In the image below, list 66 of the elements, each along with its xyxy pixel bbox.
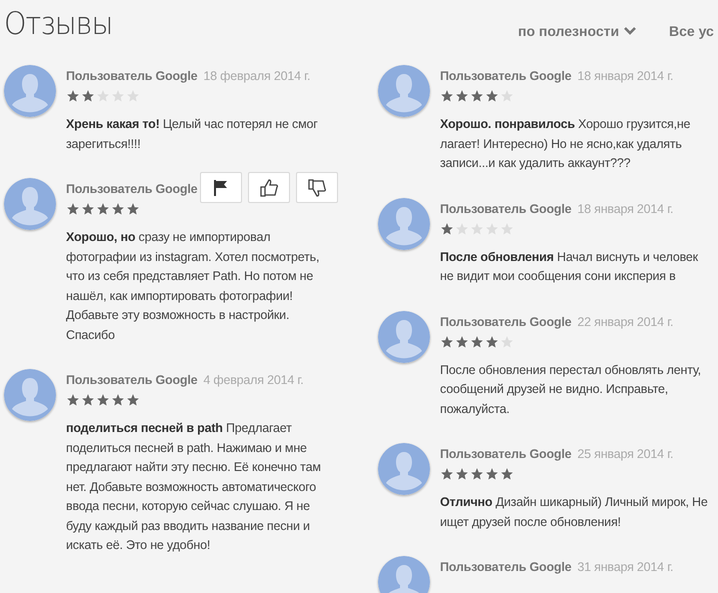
star-icon (81, 202, 95, 216)
star-icon (455, 467, 469, 481)
avatar-icon (378, 65, 430, 117)
author-name: Пользователь Google (440, 69, 572, 83)
star-icon (111, 393, 125, 407)
author-name: Пользователь Google (66, 373, 198, 387)
author-name: Пользователь Google (440, 560, 572, 574)
star-icon (66, 202, 80, 216)
star-icon (66, 89, 80, 103)
review-text: После обновления перестал обновлять ленту, сообщений друзей не видно. Исправьте, пожалуйста. (440, 362, 702, 418)
star-icon (440, 89, 454, 103)
star-icon (470, 334, 484, 348)
author-name: Пользователь Google (440, 447, 572, 461)
star-icon (440, 467, 454, 481)
avatar-icon (378, 556, 430, 593)
review-text: поделиться песней в path Предлагает поделиться песней в path. Нажимаю и мне предлагают найти эту песню. Её конечно там нет. Добавьте возможность автоматического ввода песни, которую сейчас слушаю. Я не буду каждый раз вводить название песни и искать её. Это не удобно! (66, 420, 322, 554)
star-icon (485, 334, 499, 348)
star-icon (81, 393, 95, 407)
thumbs-up-icon (259, 178, 279, 198)
page-title: Отзывы (4, 6, 112, 42)
review-date: 31 января 2014 г. (577, 560, 674, 574)
review-date: 22 января 2014 г. (577, 314, 674, 328)
star-icon (485, 89, 499, 103)
avatar-icon (4, 178, 56, 230)
author-name: Пользователь Google (66, 182, 198, 196)
avatar-icon (378, 198, 430, 250)
review-text: Хорошо, но сразу не импортировал фотографии из instagram. Хотел посмотреть, что из себя представляет Path. Но потом не нашёл, как импортировать фотографии! Добавьте эту возможность в настройки. Спасибо (66, 229, 320, 344)
star-icon (126, 202, 140, 216)
review-text: Хорошо. понравилось Хорошо грузится,не лагает! Интересно) Но не ясно,как удалять записи...и как удалить аккаунт??? (440, 116, 692, 172)
avatar-icon (4, 369, 56, 421)
avatar-icon (4, 65, 56, 117)
thumbs-up-button[interactable] (248, 172, 290, 203)
review-date: 18 января 2014 г. (577, 202, 674, 216)
star-icon (440, 334, 454, 348)
author-name: Пользователь Google (440, 202, 572, 216)
avatar-icon (378, 310, 430, 362)
author-name: Пользователь Google (66, 69, 198, 83)
avatar-icon (378, 443, 430, 495)
device-filter[interactable]: Все ус (669, 23, 714, 39)
star-icon (470, 89, 484, 103)
star-icon (485, 467, 499, 481)
star-icon (126, 393, 140, 407)
star-icon (500, 467, 514, 481)
thumbs-down-button[interactable] (296, 172, 338, 203)
review-date: 18 февраля 2014 г. (203, 69, 310, 83)
chevron-icon (624, 27, 636, 35)
review-date: 25 января 2014 г. (577, 447, 674, 461)
thumbs-down-icon (307, 178, 327, 198)
star-icon (440, 222, 454, 236)
star-icon (96, 202, 110, 216)
star-icon (81, 89, 95, 103)
star-icon (111, 202, 125, 216)
star-icon (470, 467, 484, 481)
sort-dropdown[interactable]: по полезности (518, 23, 636, 39)
star-icon (96, 393, 110, 407)
review-text: Отлично Дизайн шикарный) Личный мирок, Не ищет друзей после обновления! (440, 494, 709, 531)
review-text: После обновления Начал виснуть и человек не видит мои сообщения сони иксперия в (440, 248, 699, 285)
star-icon (66, 393, 80, 407)
review-text: Хрень какая то! Целый час потерял не смог зарегиться!!!! (66, 116, 319, 153)
flag-button[interactable] (200, 172, 242, 203)
star-icon (455, 334, 469, 348)
star-icon (455, 89, 469, 103)
flag-icon (213, 178, 229, 196)
author-name: Пользователь Google (440, 314, 572, 328)
review-date: 4 февраля 2014 г. (203, 373, 304, 387)
review-date: 18 января 2014 г. (577, 69, 674, 83)
